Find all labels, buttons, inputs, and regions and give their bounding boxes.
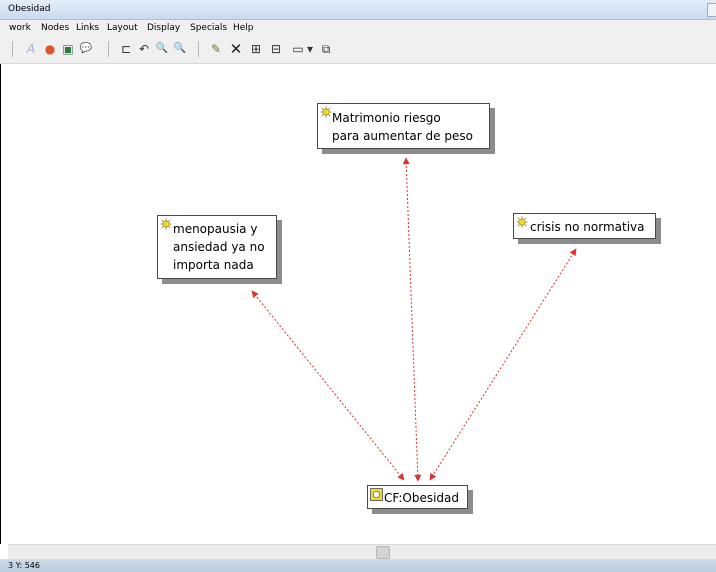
node-label: CF:Obesidad: [384, 491, 460, 505]
cursor-coordinates: 3 Y: 546: [8, 561, 40, 570]
links-layer: [251, 157, 577, 482]
link-menopausia-obesidad: [251, 290, 405, 481]
concept-icon: [516, 216, 528, 228]
node-label: Matrimonio riesgo para aumentar de peso: [332, 111, 473, 143]
horizontal-scrollbar[interactable]: [8, 544, 716, 559]
concept-file-icon: [370, 488, 383, 501]
scrollbar-thumb[interactable]: [376, 546, 390, 559]
status-bar: 3 Y: 546: [0, 559, 716, 572]
node-matrimonio[interactable]: Matrimonio riesgo para aumentar de peso: [317, 103, 490, 149]
node-crisis[interactable]: crisis no normativa: [513, 213, 656, 239]
link-matrimonio-obesidad: [402, 157, 422, 482]
concept-icon: [320, 106, 332, 118]
node-menopausia[interactable]: menopausia y ansiedad ya no importa nada: [157, 215, 277, 279]
concept-icon: [160, 218, 172, 230]
node-label: crisis no normativa: [530, 220, 645, 234]
node-label: menopausia y ansiedad ya no importa nada: [173, 222, 265, 272]
link-crisis-obesidad: [429, 248, 577, 481]
node-obesidad[interactable]: CF:Obesidad: [367, 485, 468, 509]
